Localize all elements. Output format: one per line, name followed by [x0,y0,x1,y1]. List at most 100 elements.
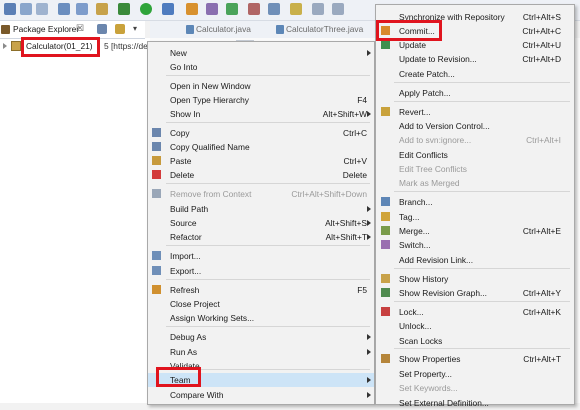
menu-item-label: Tag... [399,212,420,222]
submenu-arrow-icon [367,377,371,383]
context-menu-item[interactable]: New [148,46,374,60]
skip-breakpoints-icon[interactable] [76,3,88,15]
menu-separator [394,101,570,102]
context-menu-item[interactable]: Refresh F5 [148,283,374,297]
submenu-arrow-icon [367,220,371,226]
context-menu-item: Remove from Context Ctrl+Alt+Shift+Down [148,187,374,201]
team-menu-item[interactable]: Add to Version Control... [376,119,574,133]
tab-calculator[interactable]: Calculator.java [196,23,251,36]
context-menu-item[interactable]: Show In Alt+Shift+W [148,107,374,121]
team-menu-item: Edit Tree Conflicts [376,162,574,176]
link-with-editor-icon[interactable] [115,24,125,34]
team-menu-item[interactable]: Show Properties Ctrl+Alt+T [376,352,574,366]
menu-separator [166,183,370,184]
context-menu-item[interactable]: Export... [148,264,374,278]
team-menu-item[interactable]: Branch... [376,195,574,209]
team-menu-item[interactable]: Tag... [376,210,574,224]
context-menu-item[interactable]: Go Into [148,60,374,74]
menu-item-label: New [170,48,187,58]
context-menu-item[interactable]: Paste Ctrl+V [148,154,374,168]
team-menu-item[interactable]: Switch... [376,238,574,252]
context-menu-item[interactable]: Import... [148,249,374,263]
context-menu-item[interactable]: Compare With [148,388,374,402]
highlight-team [156,367,201,387]
new-java-project-icon[interactable] [186,3,198,15]
team-menu-item[interactable]: Show Revision Graph... Ctrl+Alt+Y [376,286,574,300]
view-menu-icon[interactable]: ▾ [133,24,141,33]
save-icon[interactable] [20,3,32,15]
remove-from-context-icon [152,189,161,198]
open-type-icon[interactable] [248,3,260,15]
refresh-icon [152,285,161,294]
save-all-icon[interactable] [36,3,48,15]
expand-arrow-icon[interactable] [3,43,7,49]
merge-icon [381,226,390,235]
annotation-icon[interactable] [290,3,302,15]
menu-item-shortcut: Ctrl+C [343,128,367,138]
tab-calculator-three[interactable]: CalculatorThree.java [286,23,363,36]
menu-item-shortcut: Ctrl+Alt+Shift+Down [291,189,367,199]
team-menu-item[interactable]: Add Revision Link... [376,253,574,267]
search-icon[interactable] [268,3,280,15]
team-menu-item[interactable]: Set External Definition... [376,396,574,410]
menu-item-label: Copy Qualified Name [170,142,250,152]
package-explorer-title: Package Explorer [13,24,80,34]
team-menu-item[interactable]: Apply Patch... [376,86,574,100]
team-menu-item[interactable]: Show History [376,272,574,286]
tag-icon [381,212,390,221]
menu-item-label: Close Project [170,299,220,309]
back-icon[interactable] [312,3,324,15]
debug-icon[interactable] [118,3,130,15]
context-menu-item[interactable]: Close Project [148,297,374,311]
team-menu-item[interactable]: Revert... [376,105,574,119]
forward-icon[interactable] [332,3,344,15]
context-menu-item[interactable]: Copy Qualified Name [148,140,374,154]
team-menu-item[interactable]: Lock... Ctrl+Alt+K [376,305,574,319]
menu-item-shortcut: Ctrl+Alt+I [526,135,561,145]
project-repo-suffix: 5 [https://de [104,41,148,51]
team-menu-item[interactable]: Unlock... [376,319,574,333]
team-menu-item[interactable]: Scan Locks [376,334,574,348]
context-menu-item[interactable]: Copy Ctrl+C [148,126,374,140]
import-icon [152,251,161,260]
print-icon[interactable] [58,3,70,15]
context-menu-item[interactable]: Open in New Window [148,79,374,93]
menu-item-label: Run As [170,347,198,357]
new-package-icon[interactable] [206,3,218,15]
run-icon[interactable] [140,3,152,15]
context-menu-item[interactable]: Run As [148,345,374,359]
menu-item-label: Unlock... [399,321,432,331]
team-menu-item[interactable]: Set Property... [376,367,574,381]
menu-item-label: Import... [170,251,201,261]
external-tools-icon[interactable] [162,3,174,15]
team-menu-item[interactable]: Merge... Ctrl+Alt+E [376,224,574,238]
menu-separator [394,191,570,192]
menu-item-label: Create Patch... [399,69,455,79]
team-menu-item[interactable]: Create Patch... [376,67,574,81]
team-menu-item[interactable]: Update to Revision... Ctrl+Alt+D [376,52,574,66]
close-icon[interactable]: ☒ [76,23,84,34]
package-explorer-icon [1,25,10,34]
collapse-all-icon[interactable] [97,24,107,34]
context-menu-item[interactable]: Debug As [148,330,374,344]
package-explorer-tab[interactable]: Package Explorer ☒ [0,21,88,38]
menu-item-label: Refactor [170,232,202,242]
switch-icon [381,240,390,249]
build-icon[interactable] [96,3,108,15]
menu-separator [394,301,570,302]
revert-icon [381,107,390,116]
team-menu-item[interactable]: Edit Conflicts [376,148,574,162]
new-icon[interactable] [4,3,16,15]
context-menu-item[interactable]: Open Type Hierarchy F4 [148,93,374,107]
context-menu-item[interactable]: Build Path [148,202,374,216]
context-menu-item[interactable]: Source Alt+Shift+S [148,216,374,230]
team-menu-item: Mark as Merged [376,176,574,190]
revision-graph-icon [381,288,390,297]
context-menu-item[interactable]: Delete Delete [148,168,374,182]
menu-item-label: Show History [399,274,449,284]
menu-item-shortcut: Ctrl+Alt+K [522,307,561,317]
new-class-icon[interactable] [226,3,238,15]
menu-item-shortcut: Ctrl+Alt+D [522,54,561,64]
context-menu-item[interactable]: Assign Working Sets... [148,311,374,325]
context-menu-item[interactable]: Refactor Alt+Shift+T [148,230,374,244]
